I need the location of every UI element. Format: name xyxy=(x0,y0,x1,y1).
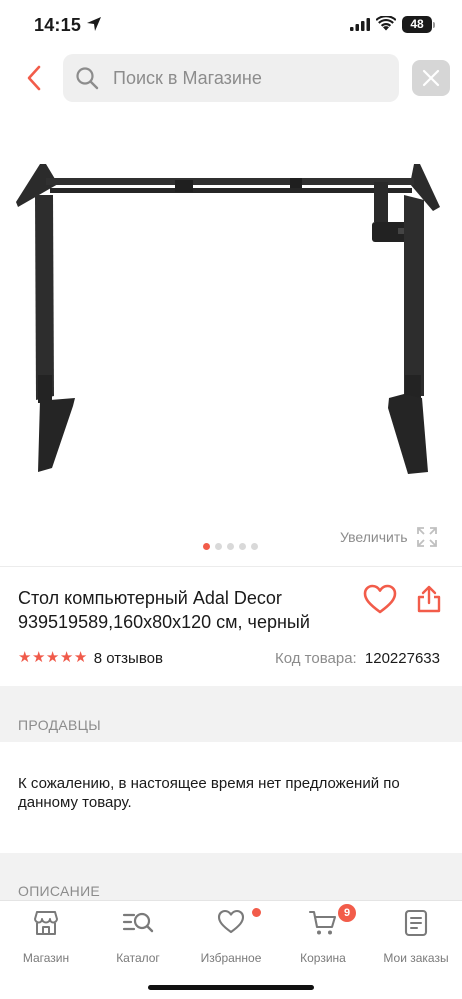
tab-cart[interactable]: Корзина xyxy=(277,909,369,965)
battery-indicator: 48 xyxy=(402,16,432,33)
description-heading[interactable]: ОПИСАНИЕ xyxy=(18,883,100,899)
zoom-button[interactable]: Увеличить xyxy=(340,524,450,550)
star-icon: ★ xyxy=(18,649,32,666)
battery-tip xyxy=(433,22,435,28)
tab-cart-label: Корзина xyxy=(300,951,346,965)
pagination-dot[interactable] xyxy=(203,543,210,550)
share-icon xyxy=(417,585,441,613)
favorites-notification-dot xyxy=(252,908,261,917)
product-code: Код товара: 120227633 xyxy=(275,650,440,667)
pagination-dot[interactable] xyxy=(227,543,234,550)
tab-favorites[interactable]: Избранное xyxy=(185,909,277,965)
chevron-left-icon xyxy=(27,65,41,91)
location-arrow-icon xyxy=(87,17,101,31)
tab-favorites-label: Избранное xyxy=(200,951,262,965)
reviews-link[interactable]: 8 отзывов xyxy=(94,650,163,667)
product-image[interactable] xyxy=(0,110,462,530)
cellular-signal-icon xyxy=(350,18,370,31)
tab-orders-label: Мои заказы xyxy=(383,951,449,965)
divider xyxy=(0,566,462,567)
tab-orders[interactable]: Мои заказы xyxy=(370,909,462,965)
tab-catalog[interactable]: Каталог xyxy=(92,909,184,965)
status-time: 14:15 xyxy=(34,15,82,35)
zoom-label: Увеличить xyxy=(340,529,408,545)
cart-count-badge: 9 xyxy=(338,904,356,922)
search-icon xyxy=(76,67,99,90)
star-icon: ★ xyxy=(31,649,46,666)
star-icon: ★ xyxy=(59,649,74,666)
share-button[interactable] xyxy=(412,582,446,616)
clear-search-button[interactable] xyxy=(412,60,450,96)
status-bar: 14:15 48 xyxy=(0,0,462,52)
heart-icon xyxy=(217,909,245,934)
expand-icon xyxy=(416,527,437,547)
rating-stars: ★★★★★ xyxy=(18,649,88,667)
search-bar[interactable] xyxy=(63,54,399,102)
search-header xyxy=(0,52,462,104)
orders-icon xyxy=(404,909,428,937)
pagination-dot[interactable] xyxy=(251,543,258,550)
catalog-icon xyxy=(122,912,154,933)
tab-catalog-label: Каталог xyxy=(116,951,160,965)
cart-icon xyxy=(308,910,337,935)
heart-icon xyxy=(363,584,397,614)
wifi-icon xyxy=(376,16,396,31)
product-title: Стол компьютерный Adal Decor 939519589,1… xyxy=(18,588,310,632)
sellers-heading: ПРОДАВЦЫ xyxy=(18,717,101,733)
product-code-value: 120227633 xyxy=(364,650,440,667)
no-offers-message: К сожалению, в настоящее время нет предл… xyxy=(18,775,400,811)
tab-shop-label: Магазин xyxy=(22,951,70,965)
tab-shop[interactable]: Магазин xyxy=(0,909,92,965)
pagination-dot[interactable] xyxy=(215,543,222,550)
shop-icon xyxy=(34,911,58,935)
back-button[interactable] xyxy=(20,64,48,92)
home-indicator[interactable] xyxy=(148,985,314,990)
star-icon: ★ xyxy=(73,649,88,666)
favorite-button[interactable] xyxy=(362,582,398,616)
star-icon: ★ xyxy=(45,649,60,666)
search-input[interactable] xyxy=(113,54,389,102)
rating-row: ★★★★★ 8 отзывов xyxy=(18,648,163,668)
sellers-band xyxy=(0,686,462,742)
product-code-label: Код товара: xyxy=(275,650,357,667)
pagination-dot[interactable] xyxy=(239,543,246,550)
close-icon xyxy=(422,69,440,87)
gallery-pagination[interactable] xyxy=(203,543,258,550)
